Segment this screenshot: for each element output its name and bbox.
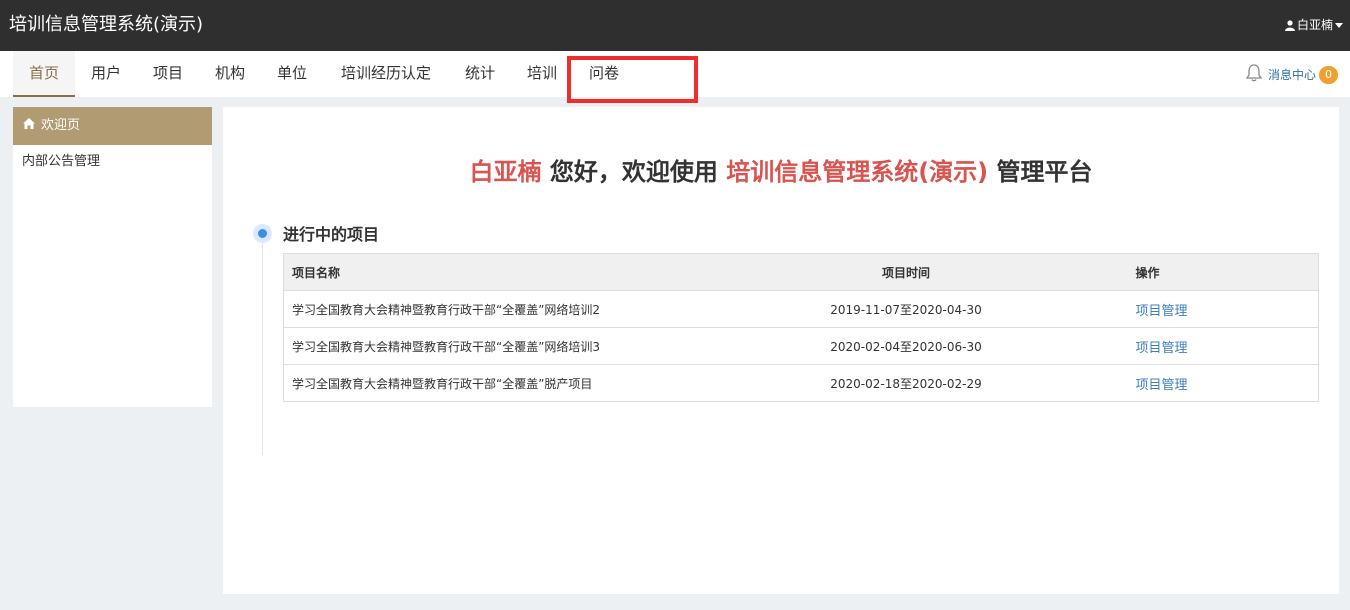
project-manage-link[interactable]: 项目管理: [1136, 341, 1188, 356]
welcome-heading: 白亚楠 您好，欢迎使用 培训信息管理系统(演示) 管理平台: [223, 157, 1339, 187]
welcome-system-name: 培训信息管理系统(演示): [726, 158, 989, 186]
table-row: 学习全国教育大会精神暨教育行政干部“全覆盖”脱产项目 2020-02-18至20…: [283, 364, 1319, 402]
table-row: 学习全国教育大会精神暨教育行政干部“全覆盖”网络培训2 2019-11-07至2…: [283, 290, 1319, 328]
nav-item-projects[interactable]: 项目: [144, 51, 192, 97]
nav-item-statistics[interactable]: 统计: [456, 51, 504, 97]
caret-down-icon: [1335, 22, 1343, 28]
project-manage-link[interactable]: 项目管理: [1136, 304, 1188, 319]
top-bar: 培训信息管理系统(演示) 白亚楠: [0, 0, 1350, 51]
user-menu[interactable]: 白亚楠: [1284, 17, 1343, 33]
nav-item-home[interactable]: 首页: [13, 51, 75, 97]
column-header-time: 项目时间: [743, 253, 1069, 291]
sidebar: 欢迎页 内部公告管理: [13, 107, 212, 407]
message-center-label: 消息中心: [1267, 68, 1316, 82]
sidebar-item-welcome-label: 欢迎页: [41, 118, 81, 133]
highlight-annotation-box: [567, 56, 698, 103]
nav-item-institutions[interactable]: 机构: [206, 51, 254, 97]
home-icon: [23, 107, 35, 145]
app-title: 培训信息管理系统(演示): [9, 14, 204, 35]
nav-item-users[interactable]: 用户: [82, 51, 130, 97]
project-name-cell: 学习全国教育大会精神暨教育行政干部“全覆盖”脱产项目: [283, 364, 744, 402]
welcome-user-name: 白亚楠: [469, 158, 542, 186]
project-name-cell: 学习全国教育大会精神暨教育行政干部“全覆盖”网络培训3: [283, 327, 744, 365]
welcome-greeting: 您好，欢迎使用: [541, 158, 727, 186]
table-row: 学习全国教育大会精神暨教育行政干部“全覆盖”网络培训3 2020-02-04至2…: [283, 327, 1319, 365]
bell-icon: [1244, 63, 1264, 86]
user-icon: [1284, 19, 1295, 31]
project-name-cell: 学习全国教育大会精神暨教育行政干部“全覆盖”网络培训2: [283, 290, 744, 328]
projects-table: 项目名称 项目时间 操作 学习全国教育大会精神暨教育行政干部“全覆盖”网络培训2…: [283, 253, 1319, 402]
project-time-cell: 2020-02-04至2020-06-30: [743, 327, 1069, 365]
welcome-suffix: 管理平台: [988, 158, 1093, 186]
project-time-cell: 2020-02-18至2020-02-29: [743, 364, 1069, 402]
user-name: 白亚楠: [1296, 18, 1333, 32]
column-header-action: 操作: [1068, 253, 1319, 291]
sidebar-item-announcements[interactable]: 内部公告管理: [13, 153, 212, 171]
project-action-cell: 项目管理: [1068, 327, 1319, 365]
sidebar-item-welcome[interactable]: 欢迎页: [13, 107, 212, 145]
table-header-row: 项目名称 项目时间 操作: [283, 253, 1319, 291]
project-manage-link[interactable]: 项目管理: [1136, 378, 1188, 393]
timeline-line: [262, 235, 263, 455]
column-header-name: 项目名称: [283, 253, 744, 291]
message-count-badge: 0: [1319, 65, 1338, 84]
project-time-cell: 2019-11-07至2020-04-30: [743, 290, 1069, 328]
nav-item-units[interactable]: 单位: [268, 51, 316, 97]
project-action-cell: 项目管理: [1068, 364, 1319, 402]
main-content: 白亚楠 您好，欢迎使用 培训信息管理系统(演示) 管理平台 进行中的项目 项目名…: [223, 107, 1339, 594]
message-center[interactable]: 消息中心 0: [1244, 63, 1338, 86]
section-title-ongoing-projects: 进行中的项目: [283, 225, 380, 244]
timeline-dot-icon: [253, 224, 272, 243]
nav-item-training-record[interactable]: 培训经历认定: [330, 51, 442, 97]
nav-item-training[interactable]: 培训: [518, 51, 566, 97]
project-action-cell: 项目管理: [1068, 290, 1319, 328]
